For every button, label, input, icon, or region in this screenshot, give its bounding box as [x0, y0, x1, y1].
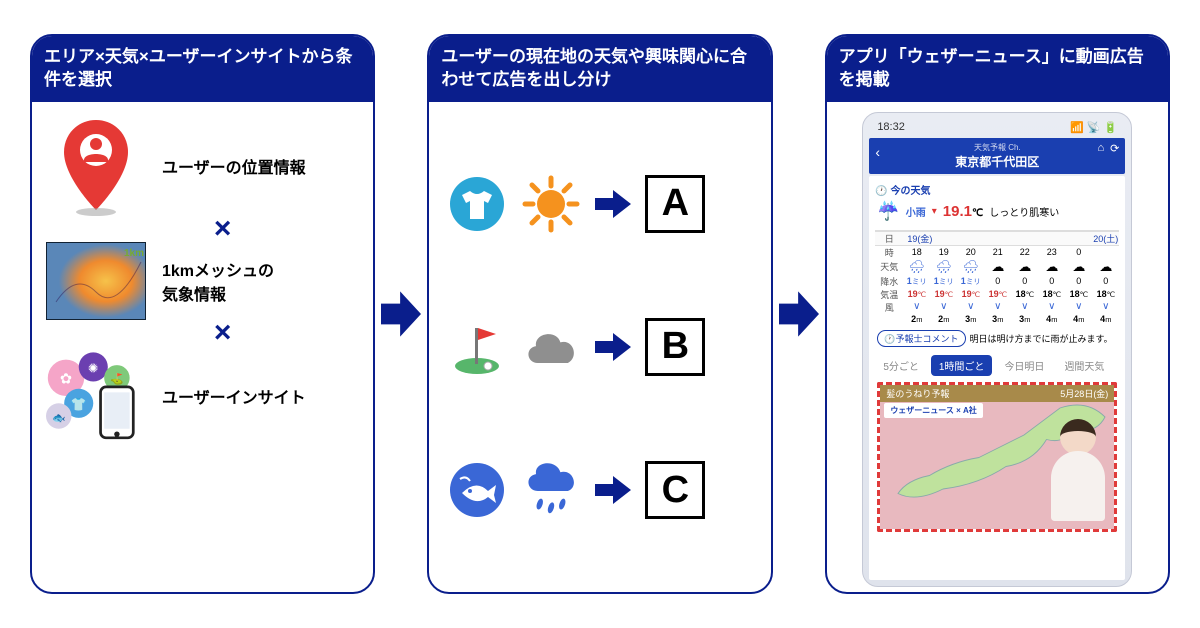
day2: 20(土): [1092, 232, 1119, 245]
tshirt-icon: [447, 174, 507, 234]
home-icon[interactable]: ⌂: [1097, 142, 1104, 155]
row-hours: 時 1819202122230: [875, 246, 1119, 259]
user-insight-icon: ✿ ✺ ⛳ 👕 🐟: [46, 346, 146, 446]
tab-today[interactable]: 今日明日: [996, 355, 1052, 376]
flow-arrow-2: [779, 284, 819, 344]
tab-1hour[interactable]: 1時間ごと: [931, 355, 993, 376]
panel-app: アプリ「ウェザーニュース」に動画広告を掲載 18:32 📶 📡 🔋 ‹ 天気予報…: [825, 34, 1170, 594]
ad-title: 髪のうねり予報: [886, 387, 949, 400]
rain-icon: [521, 460, 581, 520]
panel2-header: ユーザーの現在地の天気や興味関心に合わせて広告を出し分け: [429, 36, 770, 102]
forecaster-comment: 🕐予報士コメント 明日は明け方までに雨が止みます。: [875, 324, 1119, 353]
row-wind: 風 ∨∨∨∨∨∨∨∨: [875, 301, 1119, 314]
phone-statusbar: 18:32 📶 📡 🔋: [869, 119, 1125, 138]
ad-date: 5月28日(金): [1060, 387, 1108, 400]
lab-day: 日: [875, 232, 903, 245]
refresh-icon[interactable]: ⟳: [1110, 142, 1119, 155]
ad-box-b: B: [645, 318, 705, 376]
fish-icon: [447, 460, 507, 520]
ad-box-a: A: [645, 175, 705, 233]
panel-targeting: ユーザーの現在地の天気や興味関心に合わせて広告を出し分け A B: [427, 34, 772, 594]
golf-icon: [447, 317, 507, 377]
now-header: 🕐 今の天気: [875, 182, 1119, 197]
app-header: ‹ 天気予報 Ch. 東京都千代田区 ⌂⟳: [869, 138, 1125, 174]
status-icons: 📶 📡 🔋: [1070, 121, 1117, 134]
multiply-sep-2: ×: [86, 316, 359, 350]
targeting-row-a: A: [447, 174, 752, 234]
row-precip: 降水 1ミリ 1ミリ 1ミリ 00000: [875, 275, 1119, 288]
row-location-label: ユーザーの位置情報: [162, 154, 359, 178]
app-location: 東京都千代田区: [875, 153, 1119, 170]
svg-text:✺: ✺: [88, 360, 99, 375]
ad-collab: ウェザーニュース × A社: [884, 403, 983, 418]
ad-titlebar: 髪のうねり予報 5月28日(金): [880, 385, 1114, 402]
svg-text:🐟: 🐟: [52, 412, 66, 424]
app-content: 🕐 今の天気 ☔ 小雨 ▾ 19.1℃ しっとり肌寒い 日 19(金) 20(土…: [869, 176, 1125, 580]
map-badge-text: 1km: [124, 248, 144, 259]
app-sub: 天気予報 Ch.: [875, 142, 1119, 153]
mini-arrow-icon: [595, 331, 631, 363]
row-mesh-label: 1kmメッシュの 気象情報: [162, 257, 359, 305]
weather-map-icon: 1km: [46, 242, 146, 320]
row-weather: 天気 🌧🌧🌧☁☁☁☁☁: [875, 259, 1119, 275]
multiply-sep-1: ×: [86, 212, 359, 246]
video-ad-slot[interactable]: 髪のうねり予報 5月28日(金) ウェザーニュース × A社: [877, 382, 1117, 532]
now-weather-icon: ☔: [877, 201, 899, 222]
row-mesh: 1km 1kmメッシュの 気象情報: [46, 242, 359, 320]
panel2-body: A B C: [429, 102, 770, 592]
sun-icon: [521, 174, 581, 234]
panel-conditions: エリア×天気×ユーザーインサイトから条件を選択 ユーザーの位置情報 ×: [30, 34, 375, 594]
row-insight: ✿ ✺ ⛳ 👕 🐟 ユーザーインサイト: [46, 346, 359, 446]
flow-arrow-1: [381, 284, 421, 344]
mini-arrow-icon: [595, 188, 631, 220]
svg-text:👕: 👕: [71, 397, 87, 412]
svg-text:✿: ✿: [60, 371, 72, 387]
panel1-body: ユーザーの位置情報 × 1km: [32, 102, 373, 592]
row-insight-label: ユーザーインサイト: [162, 384, 359, 408]
temp-down-icon: ▾: [932, 206, 937, 217]
cloud-icon: [521, 317, 581, 377]
presenter-icon: [1046, 419, 1110, 529]
row-temp: 気温 19℃ 19℃ 19℃ 19℃ 18℃ 18℃ 18℃ 18℃: [875, 288, 1119, 301]
phone-mockup: 18:32 📶 📡 🔋 ‹ 天気予報 Ch. 東京都千代田区 ⌂⟳ 🕐 今の天気…: [862, 112, 1132, 587]
now-cond: 小雨: [906, 204, 926, 219]
mini-arrow-icon: [595, 474, 631, 506]
targeting-row-c: C: [447, 460, 752, 520]
now-temp: 19.1℃: [943, 203, 983, 220]
panel1-header: エリア×天気×ユーザーインサイトから条件を選択: [32, 36, 373, 102]
hourly-table: 日 19(金) 20(土) 時 1819202122230 天気 🌧🌧🌧☁☁☁☁…: [875, 230, 1119, 324]
panel3-header: アプリ「ウェザーニュース」に動画広告を掲載: [827, 36, 1168, 102]
location-pin-icon: [46, 116, 146, 216]
row-wind-spd: 2m 2m 3m 3m 3m 4m 4m 4m: [875, 314, 1119, 324]
interval-tabs: 5分ごと 1時間ごと 今日明日 週間天気: [875, 353, 1119, 382]
day1: 19(金): [903, 232, 1092, 245]
ad-box-c: C: [645, 461, 705, 519]
comment-pill[interactable]: 🕐予報士コメント: [877, 330, 965, 347]
tab-5min[interactable]: 5分ごと: [875, 355, 927, 376]
tab-week[interactable]: 週間天気: [1056, 355, 1112, 376]
targeting-row-b: B: [447, 317, 752, 377]
now-row: ☔ 小雨 ▾ 19.1℃ しっとり肌寒い: [875, 197, 1119, 230]
now-feel: しっとり肌寒い: [989, 204, 1059, 219]
status-time: 18:32: [877, 121, 905, 134]
comment-text: 明日は明け方までに雨が止みます。: [970, 332, 1113, 345]
panel3-body: 18:32 📶 📡 🔋 ‹ 天気予報 Ch. 東京都千代田区 ⌂⟳ 🕐 今の天気…: [827, 102, 1168, 594]
svg-text:⛳: ⛳: [110, 372, 124, 385]
row-location: ユーザーの位置情報: [46, 116, 359, 216]
